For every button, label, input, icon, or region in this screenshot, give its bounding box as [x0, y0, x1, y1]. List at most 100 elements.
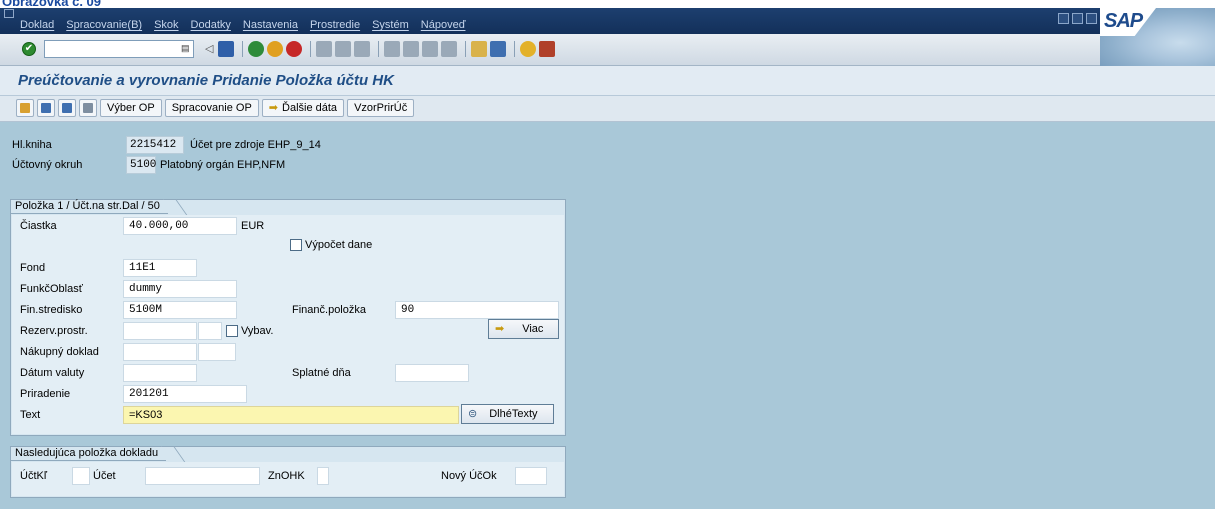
- caption-text: Obrazovka č. 09: [2, 0, 101, 8]
- user-settings-button[interactable]: [16, 99, 34, 117]
- vyber-op-button[interactable]: Výber OP: [100, 99, 162, 117]
- screen-caption: Obrazovka č. 09: [0, 0, 1215, 8]
- ciastka-input[interactable]: 40.000,00: [123, 217, 237, 235]
- menu-napoved[interactable]: Nápoveď: [421, 19, 466, 31]
- sap-logo-text: SAP: [1104, 10, 1143, 32]
- fin-stredisko-input[interactable]: 5100M: [123, 301, 237, 319]
- screen-title-bar: Preúčtovanie a vyrovnanie Pridanie Polož…: [0, 66, 1215, 96]
- item-group: Položka 1 / Účt.na str.Dal / 50 Čiastka …: [10, 199, 566, 436]
- find-icon[interactable]: [335, 41, 351, 57]
- back-arrow-small-icon[interactable]: ◁: [205, 41, 215, 57]
- toolbar-separator: [310, 41, 311, 57]
- layout-menu-icon[interactable]: [539, 41, 555, 57]
- command-history-icon[interactable]: ▤: [181, 43, 191, 55]
- park-button[interactable]: [58, 99, 76, 117]
- funkc-oblast-input[interactable]: dummy: [123, 280, 237, 298]
- save-icon[interactable]: [218, 41, 234, 57]
- nakupny-doklad-item-input[interactable]: [198, 343, 236, 361]
- arrow-right-icon: ➡: [268, 102, 279, 114]
- priradenie-label: Priradenie: [20, 388, 71, 400]
- maximize-icon[interactable]: [1072, 13, 1083, 24]
- vypocet-dane-box[interactable]: [290, 239, 302, 251]
- first-page-icon[interactable]: [384, 41, 400, 57]
- znohk-label: ZnOHK: [268, 470, 305, 482]
- splatne-dna-input[interactable]: [395, 364, 469, 382]
- uctkl-input[interactable]: [72, 467, 90, 485]
- hlkniha-field: 2215412: [126, 136, 184, 154]
- vybav-box[interactable]: [226, 325, 238, 337]
- fond-input[interactable]: 11E1: [123, 259, 197, 277]
- find-next-icon[interactable]: [354, 41, 370, 57]
- next-page-icon[interactable]: [422, 41, 438, 57]
- vybav-checkbox[interactable]: Vybav.: [226, 325, 273, 337]
- toolbar-separator: [514, 41, 515, 57]
- uctkl-label: ÚčtKľ: [20, 470, 48, 482]
- enter-icon[interactable]: ✔: [22, 42, 36, 56]
- new-session-icon[interactable]: [471, 41, 487, 57]
- dalsie-data-button[interactable]: ➡ Ďalšie dáta: [261, 99, 345, 117]
- nakupny-doklad-input[interactable]: [123, 343, 197, 361]
- menu-dodatky[interactable]: Dodatky: [191, 19, 231, 31]
- text-input[interactable]: =KS03: [123, 406, 459, 424]
- viac-button[interactable]: ➡ Viac: [488, 319, 559, 339]
- vypocet-dane-checkbox[interactable]: Výpočet dane: [290, 239, 372, 251]
- menu-prostredie[interactable]: Prostredie: [310, 19, 360, 31]
- arrow-right-icon: ➡: [495, 323, 505, 335]
- viac-label: Viac: [522, 323, 544, 335]
- menu-skok[interactable]: Skok: [154, 19, 178, 31]
- system-menu-icon[interactable]: [4, 9, 14, 18]
- person-icon: [20, 103, 30, 113]
- menu-spracovanie[interactable]: Spracovanie(B): [66, 19, 142, 31]
- minimize-icon[interactable]: [1058, 13, 1069, 24]
- vyber-op-label: Výber OP: [107, 102, 155, 114]
- vypocet-dane-label: Výpočet dane: [305, 239, 373, 251]
- help-icon[interactable]: [520, 41, 536, 57]
- print-icon[interactable]: [316, 41, 332, 57]
- menu-doklad[interactable]: Doklad: [20, 19, 54, 31]
- financ-polozka-label: Finanč.položka: [292, 304, 366, 316]
- command-field[interactable]: ▤: [44, 40, 194, 58]
- priradenie-input[interactable]: 201201: [123, 385, 247, 403]
- close-icon[interactable]: [1086, 13, 1097, 24]
- page-title: Preúčtovanie a vyrovnanie Pridanie Polož…: [18, 72, 394, 89]
- previous-page-icon[interactable]: [403, 41, 419, 57]
- sap-logo: SAP: [1100, 8, 1215, 66]
- hlkniha-label: Hl.kniha: [12, 139, 52, 151]
- menu-nastavenia[interactable]: Nastavenia: [243, 19, 298, 31]
- spracovanie-op-button[interactable]: Spracovanie OP: [164, 99, 259, 117]
- vzor-button[interactable]: VzorPrirÚč: [347, 99, 415, 117]
- item-group-body: Čiastka 40.000,00 EUR Výpočet dane Fond …: [12, 215, 564, 434]
- datum-valuty-label: Dátum valuty: [20, 367, 85, 379]
- long-text-icon: ⊜: [468, 408, 478, 420]
- copy-button[interactable]: [79, 99, 97, 117]
- menu-system[interactable]: Systém: [372, 19, 409, 31]
- znohk-input[interactable]: [317, 467, 329, 485]
- text-label: Text: [20, 409, 41, 421]
- currency-label: EUR: [241, 220, 265, 232]
- rezerv-prostr-item-input[interactable]: [198, 322, 222, 340]
- shortcut-icon[interactable]: [490, 41, 506, 57]
- cancel-icon[interactable]: [286, 41, 302, 57]
- last-page-icon[interactable]: [441, 41, 457, 57]
- funkc-oblast-label: FunkčOblasť: [20, 283, 83, 295]
- rezerv-prostr-input[interactable]: [123, 322, 197, 340]
- ucet-input[interactable]: [145, 467, 260, 485]
- fin-stredisko-label: Fin.stredisko: [20, 304, 83, 316]
- sap-logo-mark: SAP: [1100, 8, 1156, 36]
- simulate-button[interactable]: [37, 99, 55, 117]
- back-icon[interactable]: [248, 41, 264, 57]
- exit-icon[interactable]: [267, 41, 283, 57]
- novy-ucok-input[interactable]: [515, 467, 547, 485]
- rezerv-prostr-label: Rezerv.prostr.: [20, 325, 88, 337]
- financ-polozka-input[interactable]: 90: [395, 301, 559, 319]
- document-icon: [41, 103, 51, 113]
- park-icon: [62, 103, 72, 113]
- hlkniha-text: Účet pre zdroje EHP_9_14: [190, 139, 321, 151]
- nakupny-doklad-label: Nákupný doklad: [20, 346, 99, 358]
- next-item-group: Nasledujúca položka dokladu ÚčtKľ Účet Z…: [10, 446, 566, 498]
- datum-valuty-input[interactable]: [123, 364, 197, 382]
- application-toolbar: Výber OP Spracovanie OP ➡ Ďalšie dáta Vzo…: [0, 96, 1215, 122]
- next-item-group-body: ÚčtKľ Účet ZnOHK Nový ÚčOk: [12, 462, 564, 496]
- dlhe-texty-button[interactable]: ⊜ DlhéTexty: [461, 404, 554, 424]
- sap-window: Obrazovka č. 09 Doklad Spracovanie(B) Sk…: [0, 0, 1215, 509]
